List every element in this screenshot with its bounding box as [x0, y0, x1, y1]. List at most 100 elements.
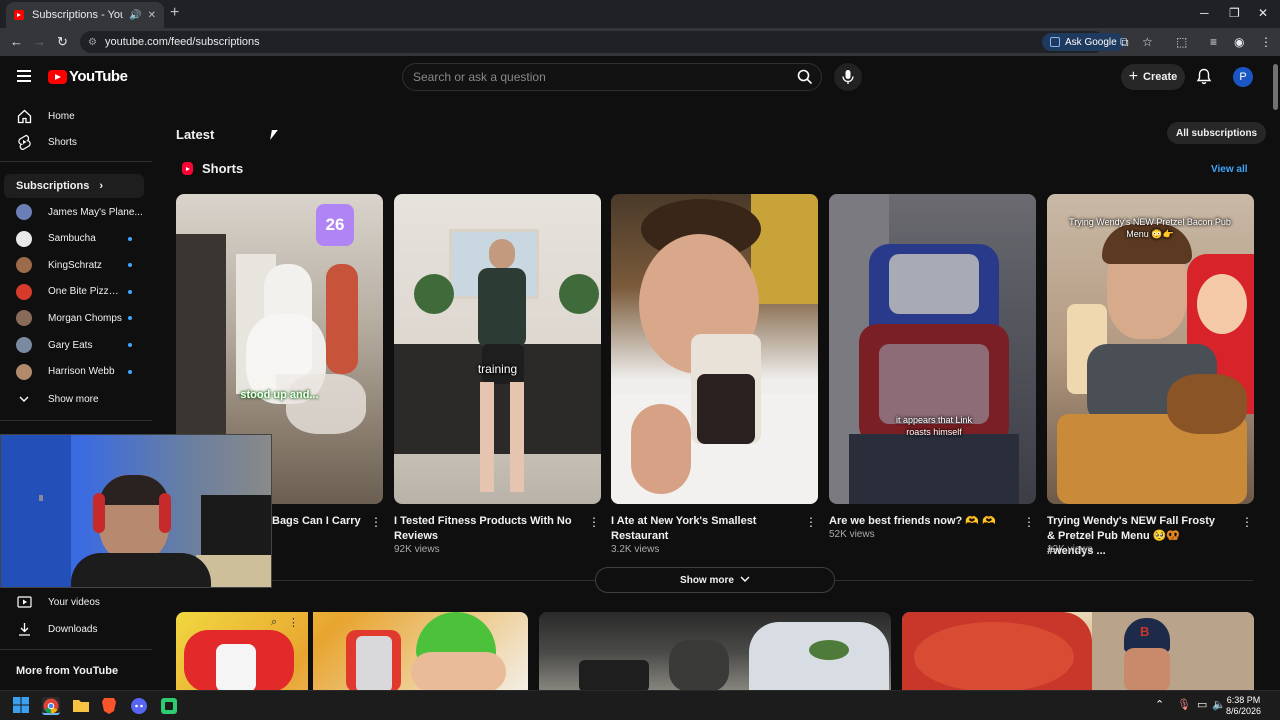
- ask-google-button[interactable]: Ask Google: [1042, 33, 1125, 51]
- show-more-button[interactable]: Show more: [595, 567, 835, 593]
- subscription-item[interactable]: Harrison Webb: [0, 359, 150, 385]
- short-card[interactable]: Trying Wendy's NEW Pretzel Bacon Pub Men…: [1047, 194, 1254, 557]
- browser-toolbar: ← → ↻ ⚙ youtube.com/feed/subscriptions A…: [0, 28, 1280, 56]
- discord-icon[interactable]: [130, 697, 148, 715]
- brave-icon[interactable]: [101, 697, 119, 715]
- more-from-youtube-heading: More from YouTube: [16, 665, 119, 677]
- short-thumbnail[interactable]: Trying Wendy's NEW Pretzel Bacon Pub Men…: [1047, 194, 1254, 504]
- audio-icon[interactable]: 🔊: [129, 10, 141, 21]
- menu-kebab-icon[interactable]: ⋮: [1260, 35, 1272, 49]
- reload-icon[interactable]: ↻: [57, 34, 68, 50]
- more-options-icon[interactable]: ⋮: [588, 516, 600, 528]
- video-thumbnail[interactable]: B: [902, 612, 1254, 692]
- close-window-icon[interactable]: ✕: [1258, 6, 1268, 20]
- home-icon: [17, 109, 31, 123]
- short-title[interactable]: I Ate at New York's Smallest Restaurant: [611, 514, 789, 544]
- view-all-link[interactable]: View all: [1211, 164, 1248, 175]
- voice-search-button[interactable]: [834, 63, 862, 91]
- sidebar-item-downloads[interactable]: Downloads: [0, 616, 150, 642]
- video-thumbnail[interactable]: ⌕ ⋮: [176, 612, 528, 692]
- new-content-dot: [128, 316, 132, 321]
- browser-tab[interactable]: Subscriptions - YouTube 🔊 ✕: [6, 2, 164, 28]
- subscription-item[interactable]: Gary Eats: [0, 332, 150, 358]
- subscription-item[interactable]: KingSchratz: [0, 252, 150, 278]
- new-tab-icon[interactable]: +: [170, 4, 179, 22]
- sidebar-item-shorts[interactable]: Shorts: [0, 129, 150, 155]
- more-options-icon[interactable]: ⋮: [1241, 516, 1253, 528]
- short-card[interactable]: training I Tested Fitness Products With …: [394, 194, 601, 556]
- scrollbar-thumb[interactable]: [1273, 64, 1278, 110]
- video-caption: training: [477, 362, 518, 376]
- youtube-logo[interactable]: YouTube: [48, 68, 128, 85]
- extensions-icon[interactable]: ⬚: [1176, 35, 1187, 49]
- short-card[interactable]: I Ate at New York's Smallest Restaurant …: [611, 194, 818, 556]
- microphone-icon: [842, 70, 854, 84]
- page-scrollbar[interactable]: [1270, 56, 1280, 690]
- channel-name: Harrison Webb: [48, 366, 115, 378]
- channel-name: Sambucha: [48, 233, 96, 245]
- video-caption: it appears that Link roasts himself: [895, 415, 973, 437]
- subscription-item[interactable]: Sambucha: [0, 226, 150, 252]
- media-icon[interactable]: ≡: [1210, 35, 1217, 49]
- sidebar-show-more[interactable]: Show more: [0, 386, 150, 412]
- channel-avatar: [16, 230, 32, 247]
- short-thumbnail[interactable]: [611, 194, 818, 504]
- short-title[interactable]: I Tested Fitness Products With No Review…: [394, 514, 572, 544]
- display-icon[interactable]: ▭: [1197, 698, 1207, 711]
- search-input[interactable]: Search or ask a question: [402, 63, 822, 91]
- minimize-icon[interactable]: ─: [1200, 6, 1209, 20]
- channel-avatar: [16, 363, 32, 380]
- menu-icon[interactable]: [17, 70, 31, 82]
- short-thumbnail[interactable]: it appears that Link roasts himself: [829, 194, 1036, 504]
- more-options-icon[interactable]: ⋮: [370, 516, 382, 528]
- address-bar[interactable]: ⚙ youtube.com/feed/subscriptions: [80, 31, 1105, 53]
- video-thumbnail[interactable]: [539, 612, 891, 692]
- bell-icon: [1196, 68, 1212, 85]
- all-subscriptions-button[interactable]: All subscriptions: [1167, 122, 1267, 144]
- microphone-tray-icon[interactable]: 🎙: [1177, 698, 1191, 711]
- avatar[interactable]: P: [1233, 67, 1253, 87]
- subscription-item[interactable]: One Bite Pizza R...: [0, 279, 150, 305]
- clock-date: 8/6/2026: [1226, 706, 1262, 716]
- close-tab-icon[interactable]: ✕: [148, 10, 156, 21]
- shorts-heading: Shorts: [182, 161, 243, 176]
- notifications-button[interactable]: [1196, 68, 1212, 90]
- maximize-icon[interactable]: ❐: [1229, 6, 1240, 20]
- back-icon[interactable]: ←: [10, 34, 23, 49]
- bookmark-star-icon[interactable]: ☆: [1142, 35, 1153, 49]
- plus-icon: +: [1128, 68, 1139, 85]
- channel-avatar: [16, 283, 32, 300]
- zoom-icon[interactable]: ⌕: [271, 616, 277, 629]
- site-info-icon[interactable]: ⚙: [88, 37, 97, 48]
- more-options-icon[interactable]: ⋮: [805, 516, 817, 528]
- short-views: 52K views: [829, 529, 875, 540]
- divider: [0, 161, 152, 162]
- sox-logo-icon: B: [1140, 624, 1150, 639]
- file-explorer-icon[interactable]: [72, 697, 90, 715]
- more-options-icon[interactable]: ⋮: [1023, 516, 1035, 528]
- system-clock[interactable]: 6:38 PM 8/6/2026: [1226, 695, 1261, 717]
- sidebar-item-home[interactable]: Home: [0, 103, 150, 129]
- subscription-item[interactable]: James May's Plane...: [0, 199, 150, 225]
- profile-icon[interactable]: ◉: [1234, 35, 1244, 49]
- short-thumbnail[interactable]: training: [394, 194, 601, 504]
- volume-icon[interactable]: 🔈: [1212, 698, 1226, 711]
- more-options-icon[interactable]: ⋮: [288, 616, 299, 629]
- subscription-item[interactable]: Morgan Chomps: [0, 305, 150, 331]
- windows-start-icon[interactable]: [13, 697, 31, 715]
- short-card[interactable]: it appears that Link roasts himself Are …: [829, 194, 1036, 556]
- subscriptions-heading[interactable]: Subscriptions ›: [4, 174, 144, 198]
- sidebar-item-your-videos[interactable]: Your videos: [0, 589, 150, 615]
- create-button[interactable]: + Create: [1121, 64, 1185, 90]
- sidebar-item-label: Shorts: [48, 136, 77, 148]
- divider: [0, 649, 152, 650]
- install-app-icon[interactable]: ⧉: [1120, 35, 1129, 50]
- search-button[interactable]: [792, 64, 818, 90]
- app-icon[interactable]: [160, 697, 178, 715]
- chevron-up-icon[interactable]: ⌃: [1155, 698, 1164, 711]
- short-title[interactable]: Are we best friends now? 🫶 🫶: [829, 514, 1007, 529]
- chrome-icon[interactable]: [42, 697, 60, 715]
- forward-icon[interactable]: →: [33, 34, 46, 49]
- channel-name: James May's Plane...: [48, 206, 143, 218]
- sidebar: Home Shorts Subscriptions › James May's …: [0, 98, 152, 690]
